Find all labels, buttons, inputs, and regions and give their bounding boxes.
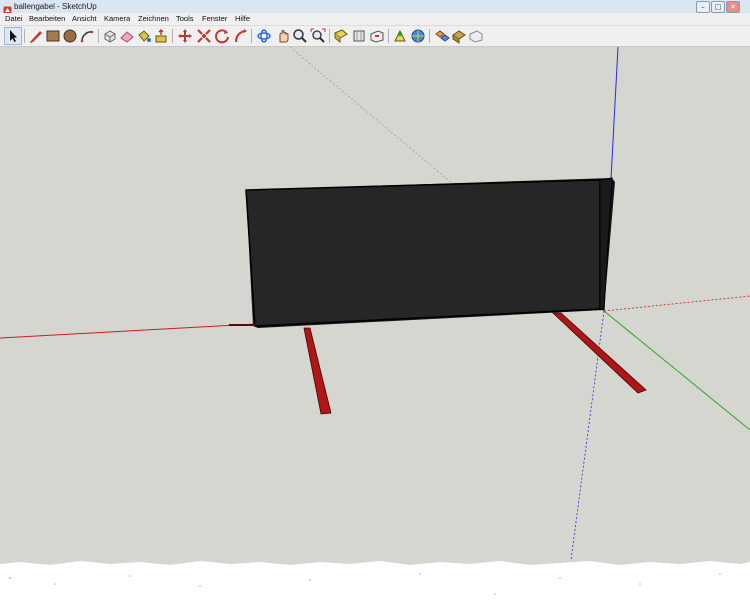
pan-hand-icon[interactable]	[256, 28, 272, 44]
move-icon[interactable]	[177, 28, 193, 44]
section-plane-icon[interactable]	[351, 28, 367, 44]
rotate-icon[interactable]	[196, 28, 212, 44]
torn-edge-overlay	[0, 561, 750, 600]
sketchup-logo-icon	[3, 2, 12, 15]
toolbar-separator	[429, 29, 430, 43]
panel-front-face	[245, 179, 601, 327]
toolbar-separator	[98, 29, 99, 43]
scale-icon[interactable]	[333, 28, 349, 44]
window-title: ballengabel - SketchUp	[14, 2, 97, 11]
zoom-icon[interactable]	[275, 28, 291, 44]
select-arrow-icon[interactable]	[4, 27, 22, 45]
menu-tools[interactable]: Tools	[176, 13, 194, 25]
red-axis-dashed	[603, 295, 750, 312]
title-bar: ballengabel - SketchUp – □ ✕	[0, 0, 750, 15]
modeling-viewport[interactable]	[0, 47, 750, 600]
pencil-line-icon[interactable]	[28, 28, 44, 44]
push-pull-icon[interactable]	[153, 28, 169, 44]
sketchup-window: ballengabel - SketchUp – □ ✕ Datei Bearb…	[0, 0, 750, 600]
eraser-icon[interactable]	[119, 28, 135, 44]
menu-bearbeiten[interactable]: Bearbeiten	[29, 13, 65, 25]
front-right-leg	[551, 312, 647, 394]
menu-hilfe[interactable]: Hilfe	[235, 13, 250, 25]
menu-fenster[interactable]: Fenster	[202, 13, 227, 25]
rectangle-icon[interactable]	[45, 28, 61, 44]
menu-kamera[interactable]: Kamera	[104, 13, 130, 25]
panel-side-face	[599, 177, 613, 311]
follow-me-icon[interactable]	[310, 28, 326, 44]
walk-icon[interactable]	[369, 28, 385, 44]
menu-bar: Datei Bearbeiten Ansicht Kamera Zeichnen…	[0, 13, 750, 26]
main-toolbar	[0, 26, 750, 47]
look-around-icon[interactable]	[410, 28, 426, 44]
paint-bucket-icon[interactable]	[136, 28, 152, 44]
scene-canvas[interactable]	[0, 47, 750, 600]
close-icon[interactable]: ✕	[726, 1, 740, 13]
menu-datei[interactable]: Datei	[5, 13, 23, 25]
orbit-icon[interactable]	[232, 28, 248, 44]
position-camera-icon[interactable]	[392, 28, 408, 44]
front-left-leg	[303, 327, 332, 415]
minimize-icon[interactable]: –	[696, 1, 710, 13]
red-axis-line	[0, 323, 256, 339]
send-to-layout-icon[interactable]	[468, 28, 484, 44]
get-models-icon[interactable]	[434, 28, 450, 44]
maximize-icon[interactable]: □	[711, 1, 725, 13]
menu-zeichnen[interactable]: Zeichnen	[138, 13, 169, 25]
toolbar-separator	[388, 29, 389, 43]
toolbar-separator	[172, 29, 173, 43]
zoom-extents-icon[interactable]	[292, 28, 308, 44]
share-model-icon[interactable]	[451, 28, 467, 44]
arc-icon[interactable]	[79, 28, 95, 44]
menu-ansicht[interactable]: Ansicht	[72, 13, 97, 25]
green-axis-line	[603, 310, 750, 431]
toolbar-separator	[329, 29, 330, 43]
offset-icon[interactable]	[214, 28, 230, 44]
circle-icon[interactable]	[62, 28, 78, 44]
make-component-icon[interactable]	[102, 28, 118, 44]
toolbar-separator	[251, 29, 252, 43]
toolbar-separator	[24, 29, 25, 43]
